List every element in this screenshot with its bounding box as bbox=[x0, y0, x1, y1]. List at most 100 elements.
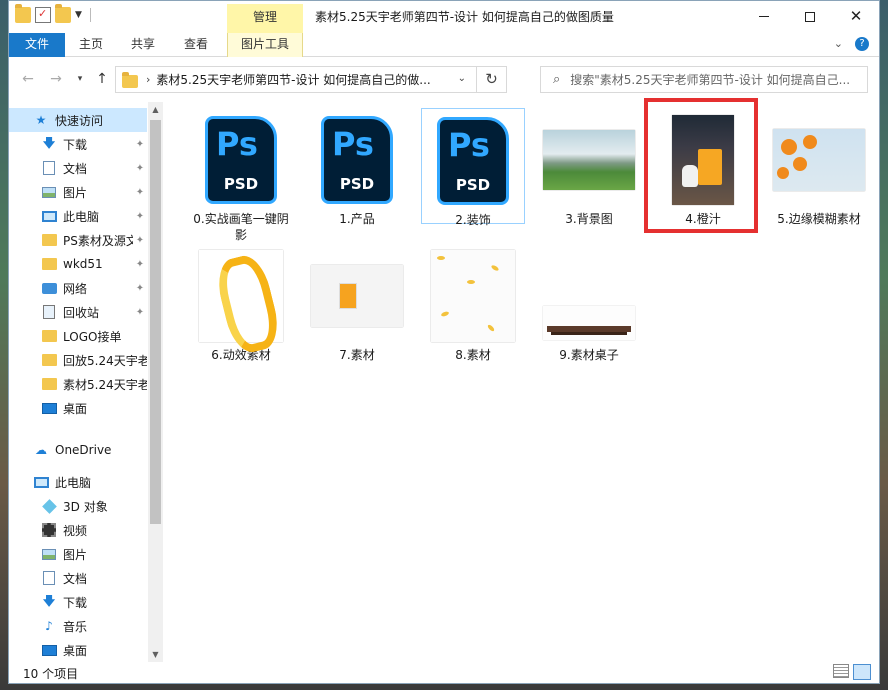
photoshop-file-icon: Ps PSD bbox=[321, 116, 393, 204]
file-item[interactable]: 4.橙汁 bbox=[651, 108, 755, 227]
sidebar-item-desktop-pc[interactable]: 桌面 bbox=[9, 638, 147, 662]
refresh-button[interactable]: ↻ bbox=[476, 66, 506, 93]
view-switcher bbox=[833, 664, 871, 680]
sidebar-scrollbar[interactable]: ▲ ▼ bbox=[148, 102, 163, 662]
sidebar-item-replay-folder[interactable]: 回放5.24天宇老! bbox=[9, 348, 147, 372]
details-view-icon[interactable] bbox=[833, 664, 849, 678]
sidebar-item-logo-orders[interactable]: LOGO接单 bbox=[9, 324, 147, 348]
file-item[interactable]: 7.素材 bbox=[305, 244, 409, 363]
recycle-bin-icon bbox=[43, 305, 55, 319]
file-item[interactable]: 5.边缘模糊素材 bbox=[767, 108, 871, 227]
file-item[interactable]: 3.背景图 bbox=[537, 108, 641, 227]
sidebar-item-label: 下载 bbox=[63, 137, 88, 152]
sidebar-item-wkd51[interactable]: wkd51 ✦ bbox=[9, 252, 147, 276]
address-path[interactable]: 素材5.25天宇老师第四节-设计 如何提高自己的做... bbox=[156, 71, 456, 88]
file-name: 2.装饰 bbox=[455, 213, 491, 227]
orange-juice-thumbnail bbox=[672, 115, 734, 205]
pin-icon[interactable]: ✦ bbox=[133, 235, 147, 246]
sidebar-item-documents-pc[interactable]: 文档 bbox=[9, 566, 147, 590]
sidebar-item-onedrive[interactable]: ☁ OneDrive bbox=[9, 438, 147, 462]
file-name: 4.橙汁 bbox=[685, 212, 721, 226]
tab-home[interactable]: 主页 bbox=[67, 33, 115, 57]
back-button[interactable]: ← bbox=[19, 70, 37, 88]
sidebar-item-label: 桌面 bbox=[63, 401, 88, 416]
picture-icon bbox=[42, 548, 56, 560]
address-bar[interactable]: › 素材5.25天宇老师第四节-设计 如何提高自己的做... ⌄ ↻ bbox=[115, 66, 507, 93]
pin-icon[interactable]: ✦ bbox=[133, 187, 147, 198]
help-icon[interactable]: ? bbox=[855, 37, 869, 51]
pin-icon[interactable]: ✦ bbox=[133, 283, 147, 294]
minimize-button[interactable] bbox=[741, 1, 787, 31]
tab-file[interactable]: 文件 bbox=[9, 33, 65, 57]
sidebar-item-quick-access[interactable]: ★ 快速访问 bbox=[9, 108, 147, 132]
file-item[interactable]: Ps PSD 0.实战画笔一键阴影 bbox=[189, 108, 293, 243]
folder-icon[interactable] bbox=[15, 4, 31, 23]
close-button[interactable]: ✕ bbox=[833, 1, 879, 31]
manage-context-tab[interactable]: 管理 bbox=[227, 4, 303, 33]
scroll-up-icon[interactable]: ▲ bbox=[148, 102, 163, 117]
search-box[interactable]: ⌕ bbox=[540, 66, 868, 93]
forward-button[interactable]: → bbox=[47, 70, 65, 88]
oranges-thumbnail bbox=[773, 129, 865, 191]
file-item[interactable]: 8.素材 bbox=[421, 244, 525, 363]
sidebar-item-3d-objects[interactable]: 3D 对象 bbox=[9, 494, 147, 518]
folder-icon bbox=[122, 71, 138, 88]
sidebar-item-documents[interactable]: 文档 ✦ bbox=[9, 156, 147, 180]
recent-locations-button[interactable]: ▾ bbox=[71, 70, 89, 88]
file-item[interactable]: Ps PSD 1.产品 bbox=[305, 108, 409, 227]
sidebar-item-label: 快速访问 bbox=[55, 113, 104, 128]
scroll-down-icon[interactable]: ▼ bbox=[148, 647, 163, 662]
pin-icon[interactable]: ✦ bbox=[133, 307, 147, 318]
download-icon: 🡇 bbox=[42, 135, 56, 150]
sidebar-item-materials-folder[interactable]: 素材5.24天宇老! bbox=[9, 372, 147, 396]
pin-icon[interactable]: ✦ bbox=[133, 211, 147, 222]
large-icons-view-icon[interactable] bbox=[853, 664, 871, 680]
sidebar-item-label: 文档 bbox=[63, 161, 88, 176]
divider bbox=[89, 8, 91, 22]
file-item[interactable]: 9.素材桌子 bbox=[537, 244, 641, 363]
sidebar-item-pictures-pc[interactable]: 图片 bbox=[9, 542, 147, 566]
new-folder-icon[interactable] bbox=[55, 4, 71, 23]
sidebar-item-desktop[interactable]: 桌面 bbox=[9, 396, 147, 420]
search-icon: ⌕ bbox=[553, 72, 561, 87]
maximize-button[interactable] bbox=[787, 1, 833, 31]
chevron-right-icon[interactable]: › bbox=[146, 73, 150, 86]
search-input[interactable] bbox=[570, 72, 851, 87]
sidebar-item-ps-materials[interactable]: PS素材及源文 ✦ bbox=[9, 228, 147, 252]
properties-icon[interactable] bbox=[35, 7, 51, 23]
quick-access-toolbar: ▼ bbox=[15, 4, 91, 23]
chevron-down-icon[interactable]: ⌄ bbox=[458, 73, 466, 84]
computer-icon bbox=[33, 476, 49, 488]
pin-icon[interactable]: ✦ bbox=[133, 259, 147, 270]
pin-icon[interactable]: ✦ bbox=[133, 139, 147, 150]
file-item[interactable]: Ps PSD 2.装饰 bbox=[421, 108, 525, 227]
file-item[interactable]: 6.动效素材 bbox=[189, 244, 293, 363]
sidebar-item-label: LOGO接单 bbox=[63, 329, 122, 344]
sidebar-item-label: 图片 bbox=[63, 547, 88, 562]
desktop-icon bbox=[41, 644, 57, 656]
sidebar-item-downloads[interactable]: 🡇 下载 ✦ bbox=[9, 132, 147, 156]
cloud-icon: ☁ bbox=[35, 443, 47, 457]
juice-glass-thumbnail bbox=[311, 265, 403, 327]
sidebar-item-pictures[interactable]: 图片 ✦ bbox=[9, 180, 147, 204]
sidebar-item-this-pc[interactable]: 此电脑 ✦ bbox=[9, 204, 147, 228]
maximize-icon bbox=[805, 11, 815, 22]
sidebar-item-videos[interactable]: 视频 bbox=[9, 518, 147, 542]
sidebar-item-recycle-bin[interactable]: 回收站 ✦ bbox=[9, 300, 147, 324]
customize-dropdown-icon[interactable]: ▼ bbox=[75, 10, 82, 20]
tab-share[interactable]: 共享 bbox=[119, 33, 167, 57]
sidebar-item-this-pc-root[interactable]: 此电脑 bbox=[9, 470, 147, 494]
scrollbar-thumb[interactable] bbox=[150, 120, 161, 524]
forward-arrow-icon: → bbox=[50, 71, 62, 87]
expand-ribbon-icon[interactable]: ⌄ bbox=[834, 37, 843, 51]
sidebar-item-downloads-pc[interactable]: 🡇 下载 bbox=[9, 590, 147, 614]
pin-icon[interactable]: ✦ bbox=[133, 163, 147, 174]
sidebar-item-label: 网络 bbox=[63, 281, 88, 296]
landscape-thumbnail bbox=[543, 130, 635, 190]
tab-picture-tools[interactable]: 图片工具 bbox=[227, 33, 303, 57]
up-button[interactable]: ↑ bbox=[93, 70, 111, 88]
tab-view[interactable]: 查看 bbox=[172, 33, 220, 57]
sidebar-item-music[interactable]: ♪ 音乐 bbox=[9, 614, 147, 638]
sidebar-item-network[interactable]: 网络 ✦ bbox=[9, 276, 147, 300]
chevron-down-icon: ▾ bbox=[77, 74, 83, 84]
